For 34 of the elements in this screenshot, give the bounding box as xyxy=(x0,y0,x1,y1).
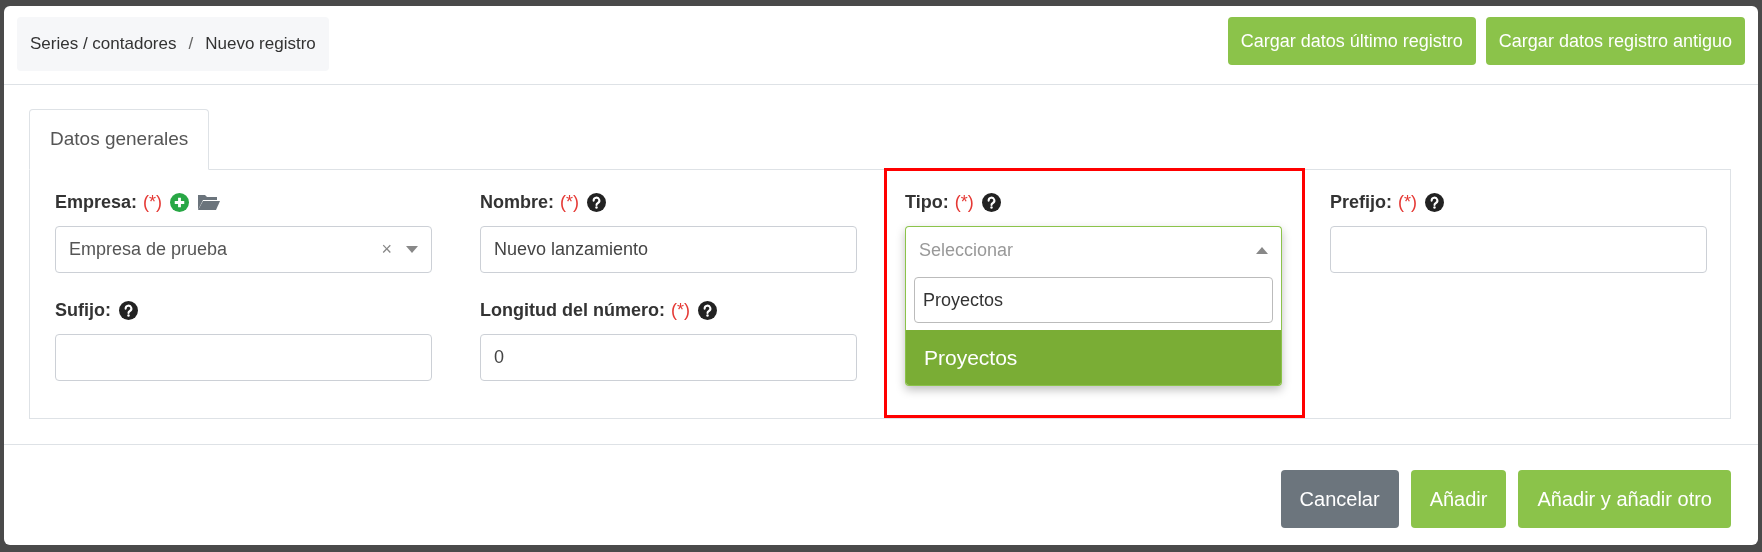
text-field[interactable]: 0 xyxy=(480,334,857,381)
required-mark: (*) xyxy=(671,298,690,322)
caret-icon xyxy=(1256,246,1268,254)
dropdown-option[interactable]: Proyectos xyxy=(906,330,1281,385)
field-label: Longitud del número: xyxy=(480,298,665,322)
select-field[interactable]: Empresa de prueba × xyxy=(55,226,432,273)
cancel-button[interactable]: Cancelar xyxy=(1280,470,1399,528)
required-mark: (*) xyxy=(1398,190,1417,214)
text-field[interactable] xyxy=(55,334,432,381)
help-icon xyxy=(1425,192,1444,212)
required-mark: (*) xyxy=(560,190,579,214)
add-icon[interactable] xyxy=(170,192,190,212)
field-label: Prefijo: xyxy=(1330,190,1392,214)
search-field[interactable]: Proyectos xyxy=(914,277,1273,323)
field-label: Nombre: xyxy=(480,190,554,214)
breadcrumb-separator: / xyxy=(188,33,194,56)
field-label: Tipo: xyxy=(905,190,949,214)
text-field[interactable] xyxy=(1330,226,1707,273)
help-icon xyxy=(698,300,717,320)
help-icon xyxy=(981,192,1001,212)
tab[interactable]: Datos generales xyxy=(29,109,210,170)
help-icon xyxy=(587,192,606,212)
field-label: Empresa: xyxy=(55,190,138,214)
text-field[interactable]: Nuevo lanzamiento xyxy=(480,226,857,273)
caret-icon xyxy=(406,246,418,253)
field-label: Sufijo: xyxy=(55,298,111,322)
folder-icon[interactable] xyxy=(197,193,222,211)
clear-icon[interactable]: × xyxy=(381,236,392,263)
breadcrumb-link[interactable]: Series / contadores xyxy=(30,31,177,57)
select-field[interactable]: Seleccionar xyxy=(905,226,1282,273)
help-icon xyxy=(119,300,138,320)
required-mark: (*) xyxy=(143,190,163,214)
required-mark: (*) xyxy=(954,190,974,214)
breadcrumb-current: Nuevo registro xyxy=(205,33,316,56)
